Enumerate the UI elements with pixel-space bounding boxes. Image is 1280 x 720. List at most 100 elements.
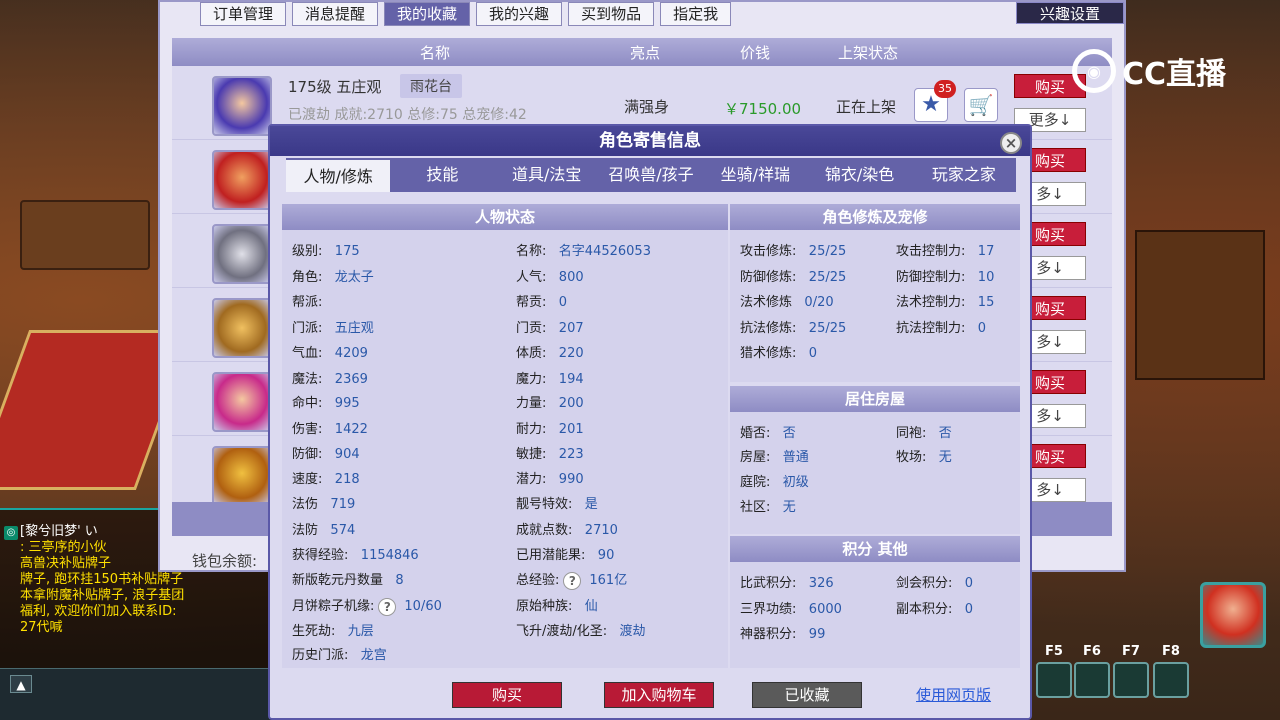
stat-value: 1422 xyxy=(334,422,368,437)
column-name: 名称 xyxy=(420,44,451,62)
tab-mounts[interactable]: 坐骑/祥瑞 xyxy=(703,158,807,192)
stat-value: 普通 xyxy=(782,450,809,465)
hotkey-slot[interactable] xyxy=(1113,662,1149,698)
tab-pets[interactable]: 召唤兽/孩子 xyxy=(599,158,703,192)
stat-field: 力量: 200 xyxy=(516,392,584,411)
close-icon[interactable]: × xyxy=(1000,132,1022,154)
stat-label: 历史门派: xyxy=(292,648,349,663)
stat-field: 攻击修炼: 25/25 xyxy=(740,240,846,259)
stat-label: 靓号特效: xyxy=(516,497,573,512)
hotkey-label: F7 xyxy=(1122,644,1140,659)
stat-field: 靓号特效: 是 xyxy=(516,493,598,512)
stat-value: 25/25 xyxy=(808,321,847,336)
dialog-tabs: 人物/修炼 技能 道具/法宝 召唤兽/孩子 坐骑/祥瑞 锦衣/染色 玩家之家 xyxy=(286,158,1016,192)
stat-value: 4209 xyxy=(334,346,368,361)
stat-value: 龙太子 xyxy=(334,270,374,285)
hotkey-slot[interactable] xyxy=(1074,662,1110,698)
tab-items[interactable]: 道具/法宝 xyxy=(495,158,599,192)
stat-value: 990 xyxy=(558,472,584,487)
stat-value: 0/20 xyxy=(804,295,834,310)
stat-value: 仙 xyxy=(584,599,598,614)
chat-channel-icon: ◎ xyxy=(4,526,18,540)
tab-purchased[interactable]: 买到物品 xyxy=(568,2,655,26)
scene-table xyxy=(20,200,150,270)
stat-value: 1154846 xyxy=(360,548,419,563)
player-portrait[interactable] xyxy=(1200,582,1266,648)
interest-settings-button[interactable]: 兴趣设置 xyxy=(1016,2,1124,24)
stat-label: 原始种族: xyxy=(516,599,573,614)
stat-label: 飞升/渡劫/化圣: xyxy=(516,624,608,639)
stat-value: 719 xyxy=(330,497,356,512)
stat-value: 九层 xyxy=(347,624,374,639)
list-header: 名称 亮点 价钱 上架状态 xyxy=(172,38,1112,66)
tab-character[interactable]: 人物/修炼 xyxy=(286,158,391,192)
favorited-button[interactable]: 已收藏 xyxy=(752,682,862,708)
stat-value: 15 xyxy=(977,295,995,310)
stat-field: 总经验:? 161亿 xyxy=(516,569,627,590)
stat-field: 飞升/渡劫/化圣: 渡劫 xyxy=(516,620,646,639)
stat-label: 体质: xyxy=(516,346,547,361)
stat-field: 帮贡: 0 xyxy=(516,291,567,310)
stat-field: 伤害: 1422 xyxy=(292,418,368,437)
stat-field: 门派: 五庄观 xyxy=(292,317,374,336)
web-version-link[interactable]: 使用网页版 xyxy=(916,684,991,705)
stat-label: 速度: xyxy=(292,472,323,487)
stat-field: 房屋: 普通 xyxy=(740,446,809,465)
stat-field: 名称: 名字44526053 xyxy=(516,240,651,259)
tab-assigned[interactable]: 指定我 xyxy=(660,2,732,26)
add-to-cart-button[interactable]: 加入购物车 xyxy=(604,682,714,708)
stat-field: 同袍: 否 xyxy=(896,422,952,441)
chat-line: 本拿附魔补贴牌子, 浪子基团 xyxy=(20,588,185,603)
tab-outfits[interactable]: 锦衣/染色 xyxy=(807,158,911,192)
stat-label: 剑会积分: xyxy=(896,576,953,591)
stat-value: 0 xyxy=(964,602,974,617)
tab-orders[interactable]: 订单管理 xyxy=(200,2,287,26)
dialog-title: 角色寄售信息 xyxy=(270,126,1030,156)
item-subtitle: 已渡劫 成就:2710 总修:75 总宠修:42 xyxy=(288,107,527,123)
stat-value: 是 xyxy=(584,497,598,512)
stat-label: 防御控制力: xyxy=(896,270,966,285)
tab-favorites[interactable]: 我的收藏 xyxy=(384,2,471,26)
stat-value: 574 xyxy=(330,523,356,538)
panel-title: 人物状态 xyxy=(282,204,728,230)
help-icon[interactable]: ? xyxy=(378,597,397,616)
column-status: 上架状态 xyxy=(838,44,899,62)
tab-home[interactable]: 玩家之家 xyxy=(912,158,1016,192)
cart-icon[interactable]: 🛒 xyxy=(964,88,998,122)
stat-label: 抗法控制力: xyxy=(896,321,966,336)
tab-interests[interactable]: 我的兴趣 xyxy=(476,2,563,26)
stat-field: 历史门派: 龙宫 xyxy=(292,644,387,663)
stat-value: 200 xyxy=(558,396,584,411)
hotkey-slot[interactable] xyxy=(1153,662,1189,698)
hotkey-slot[interactable] xyxy=(1036,662,1072,698)
stat-value: 207 xyxy=(558,321,584,336)
chat-line: 牌子, 跑环挂150书补贴牌子 xyxy=(20,572,184,587)
avatar xyxy=(212,224,272,284)
watermark-text: CC直播 xyxy=(1122,57,1227,92)
stat-field: 法术修炼 0/20 xyxy=(740,291,834,310)
tab-skills[interactable]: 技能 xyxy=(390,158,494,192)
stat-value: 25/25 xyxy=(808,244,847,259)
buy-button[interactable]: 购买 xyxy=(452,682,562,708)
tab-messages[interactable]: 消息提醒 xyxy=(292,2,379,26)
chevron-up-icon[interactable]: ▲ xyxy=(10,675,32,693)
stat-field: 法防 574 xyxy=(292,519,355,538)
stat-value: 0 xyxy=(977,321,987,336)
stat-label: 伤害: xyxy=(292,422,323,437)
stat-value: 2710 xyxy=(584,523,618,538)
stat-field xyxy=(896,471,908,486)
stat-value: 220 xyxy=(558,346,584,361)
stat-field: 角色: 龙太子 xyxy=(292,266,374,285)
stat-value: 8 xyxy=(395,573,404,588)
stat-field: 命中: 995 xyxy=(292,392,360,411)
help-icon[interactable]: ? xyxy=(563,571,582,590)
school-badge: 雨花台 xyxy=(400,74,462,98)
avatar xyxy=(212,76,272,136)
stat-field: 门贡: 207 xyxy=(516,317,584,336)
stat-label: 副本积分: xyxy=(896,602,953,617)
stat-label: 法术控制力: xyxy=(896,295,966,310)
stat-value: 10 xyxy=(977,270,995,285)
stat-field xyxy=(896,342,908,357)
stat-label: 比武积分: xyxy=(740,576,797,591)
scene-furniture xyxy=(1135,230,1265,380)
